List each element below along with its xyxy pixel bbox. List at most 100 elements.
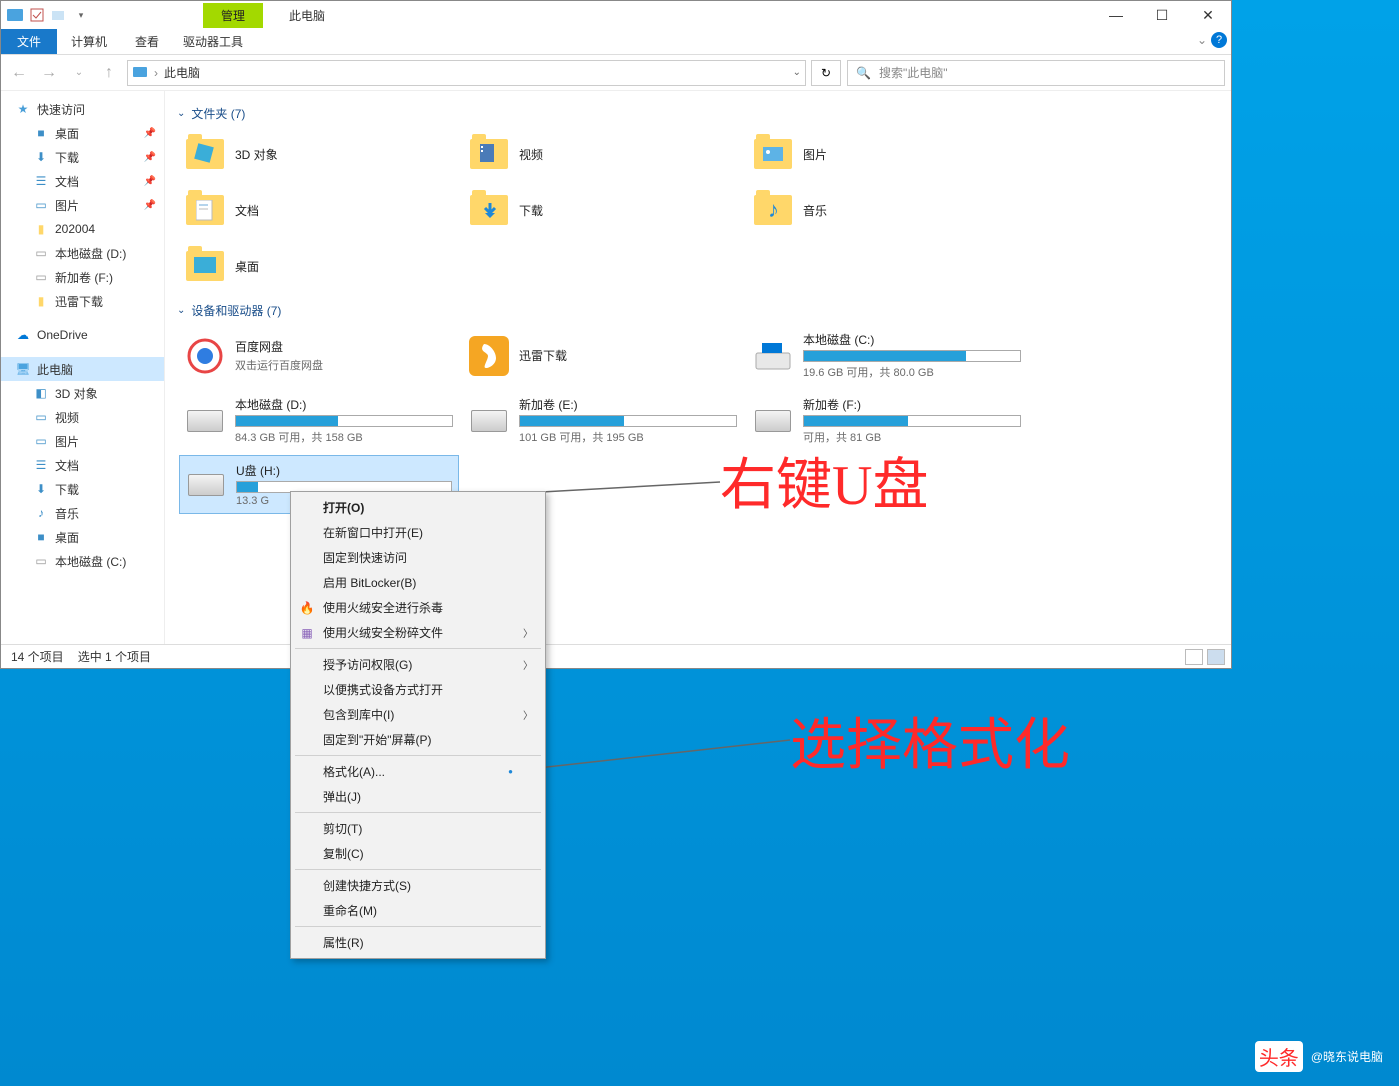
group-header-devices[interactable]: ⌄设备和驱动器 (7) (177, 298, 1219, 323)
sidebar-item-folder[interactable]: ▮202004 (1, 217, 164, 241)
sidebar-item-drive-d[interactable]: ▭本地磁盘 (D:) (1, 241, 164, 265)
ctx-new-window[interactable]: 在新窗口中打开(E) (293, 520, 543, 545)
nav-up-button[interactable]: ↑ (97, 61, 121, 85)
ctx-rename[interactable]: 重命名(M) (293, 898, 543, 923)
close-button[interactable]: ✕ (1185, 1, 1231, 29)
drive-icon: ▭ (33, 553, 49, 569)
ctx-include-lib[interactable]: 包含到库中(I)〉 (293, 702, 543, 727)
minimize-button[interactable]: ― (1093, 1, 1139, 29)
ctx-huorong-shred[interactable]: ▦使用火绒安全粉碎文件〉 (293, 620, 543, 645)
sidebar-pc-desktop[interactable]: ■桌面 (1, 525, 164, 549)
explorer-window: ▾ 管理 此电脑 ― ☐ ✕ 文件 计算机 查看 驱动器工具 ⌄ ? ← → ⌄… (0, 0, 1232, 669)
ctx-format[interactable]: 格式化(A)...● (293, 759, 543, 784)
watermark-logo: 头条 (1255, 1041, 1303, 1072)
sidebar-pc-music[interactable]: ♪音乐 (1, 501, 164, 525)
ribbon-tab-manage[interactable]: 管理 (203, 3, 263, 28)
ctx-portable[interactable]: 以便携式设备方式打开 (293, 677, 543, 702)
app-icon (7, 7, 23, 23)
sidebar-pc-downloads[interactable]: ⬇下载 (1, 477, 164, 501)
ctx-huorong-scan[interactable]: 🔥使用火绒安全进行杀毒 (293, 595, 543, 620)
device-baidu[interactable]: 百度网盘双击运行百度网盘 (179, 325, 459, 386)
nav-back-button[interactable]: ← (7, 61, 31, 85)
capacity-bar (519, 415, 737, 427)
folder-documents[interactable]: 文档 (179, 184, 459, 236)
device-xunlei[interactable]: 迅雷下载 (463, 325, 743, 386)
qat-dropdown-icon[interactable]: ▾ (73, 7, 89, 23)
sidebar-quick-access[interactable]: ★快速访问 (1, 97, 164, 121)
chevron-down-icon: ⌄ (177, 305, 185, 316)
sidebar-pc-videos[interactable]: ▭视频 (1, 405, 164, 429)
pin-icon: 📌 (144, 176, 156, 187)
refresh-button[interactable]: ↻ (811, 60, 841, 86)
sidebar-pc-drive-c[interactable]: ▭本地磁盘 (C:) (1, 549, 164, 573)
drive-icon: ▭ (33, 245, 49, 261)
folder-downloads[interactable]: 下载 (463, 184, 743, 236)
sidebar-item-pictures[interactable]: ▭图片📌 (1, 193, 164, 217)
menu-bar: 文件 计算机 查看 驱动器工具 ⌄ ? (1, 29, 1231, 55)
separator (295, 926, 541, 927)
picture-icon: ▭ (33, 197, 49, 213)
ctx-grant-access[interactable]: 授予访问权限(G)〉 (293, 652, 543, 677)
group-header-folders[interactable]: ⌄文件夹 (7) (177, 101, 1219, 126)
sidebar-item-desktop[interactable]: ■桌面📌 (1, 121, 164, 145)
ctx-pin-qa[interactable]: 固定到快速访问 (293, 545, 543, 570)
help-icon[interactable]: ? (1211, 32, 1227, 48)
address-dropdown-icon[interactable]: ⌄ (793, 67, 801, 78)
menu-view[interactable]: 查看 (121, 29, 173, 54)
watermark-author: @晓东说电脑 (1311, 1048, 1383, 1065)
sidebar-onedrive[interactable]: ☁OneDrive (1, 323, 164, 347)
folder-music[interactable]: ♪音乐 (747, 184, 1027, 236)
sidebar-this-pc[interactable]: 🖥此电脑 (1, 357, 164, 381)
sidebar-pc-pictures[interactable]: ▭图片 (1, 429, 164, 453)
drive-icon (187, 410, 223, 432)
sidebar-item-xunlei[interactable]: ▮迅雷下载 (1, 289, 164, 313)
menu-drive-tools[interactable]: 驱动器工具 (173, 29, 253, 54)
annotation-text-2: 选择格式化 (790, 700, 1070, 781)
menu-file[interactable]: 文件 (1, 29, 57, 54)
qat-new-folder-icon[interactable] (51, 7, 67, 23)
nav-forward-button[interactable]: → (37, 61, 61, 85)
sidebar-item-drive-f[interactable]: ▭新加卷 (F:) (1, 265, 164, 289)
folder-pictures[interactable]: 图片 (747, 128, 1027, 180)
view-details-button[interactable] (1185, 649, 1203, 665)
folder-3d-objects[interactable]: 3D 对象 (179, 128, 459, 180)
ctx-open[interactable]: 打开(O) (293, 495, 543, 520)
drive-c[interactable]: 本地磁盘 (C:)19.6 GB 可用，共 80.0 GB (747, 325, 1027, 386)
view-icons-button[interactable] (1207, 649, 1225, 665)
context-menu: 打开(O) 在新窗口中打开(E) 固定到快速访问 启用 BitLocker(B)… (290, 491, 546, 959)
folder-desktop[interactable]: 桌面 (179, 240, 459, 292)
qat-properties-icon[interactable] (29, 7, 45, 23)
sidebar-item-downloads[interactable]: ⬇下载📌 (1, 145, 164, 169)
sidebar-pc-documents[interactable]: ☰文档 (1, 453, 164, 477)
ctx-properties[interactable]: 属性(R) (293, 930, 543, 955)
drive-e[interactable]: 新加卷 (E:)101 GB 可用，共 195 GB (463, 390, 743, 451)
ctx-shortcut[interactable]: 创建快捷方式(S) (293, 873, 543, 898)
sidebar-item-documents[interactable]: ☰文档📌 (1, 169, 164, 193)
search-box[interactable]: 🔍 搜索"此电脑" (847, 60, 1225, 86)
pc-icon: 🖥 (15, 361, 31, 377)
ribbon-expand-icon[interactable]: ⌄ (1197, 33, 1207, 47)
video-icon: ▭ (33, 409, 49, 425)
folder-icon (470, 195, 508, 225)
nav-recent-icon[interactable]: ⌄ (67, 61, 91, 85)
pin-icon: 📌 (144, 128, 156, 139)
ctx-copy[interactable]: 复制(C) (293, 841, 543, 866)
separator (295, 869, 541, 870)
pin-icon: 📌 (144, 152, 156, 163)
ctx-cut[interactable]: 剪切(T) (293, 816, 543, 841)
address-box[interactable]: › 此电脑 ⌄ (127, 60, 806, 86)
folder-videos[interactable]: 视频 (463, 128, 743, 180)
ctx-eject[interactable]: 弹出(J) (293, 784, 543, 809)
folder-icon (186, 139, 224, 169)
chevron-right-icon: 〉 (523, 625, 533, 640)
maximize-button[interactable]: ☐ (1139, 1, 1185, 29)
menu-computer[interactable]: 计算机 (57, 29, 121, 54)
sidebar-pc-3d[interactable]: ◧3D 对象 (1, 381, 164, 405)
folder-icon: ▮ (33, 221, 49, 237)
annotation-arrow-2 (510, 730, 800, 780)
ctx-pin-start[interactable]: 固定到"开始"屏幕(P) (293, 727, 543, 752)
window-title: 此电脑 (289, 7, 325, 24)
ctx-bitlocker[interactable]: 启用 BitLocker(B) (293, 570, 543, 595)
download-icon: ⬇ (33, 481, 49, 497)
drive-d[interactable]: 本地磁盘 (D:)84.3 GB 可用，共 158 GB (179, 390, 459, 451)
